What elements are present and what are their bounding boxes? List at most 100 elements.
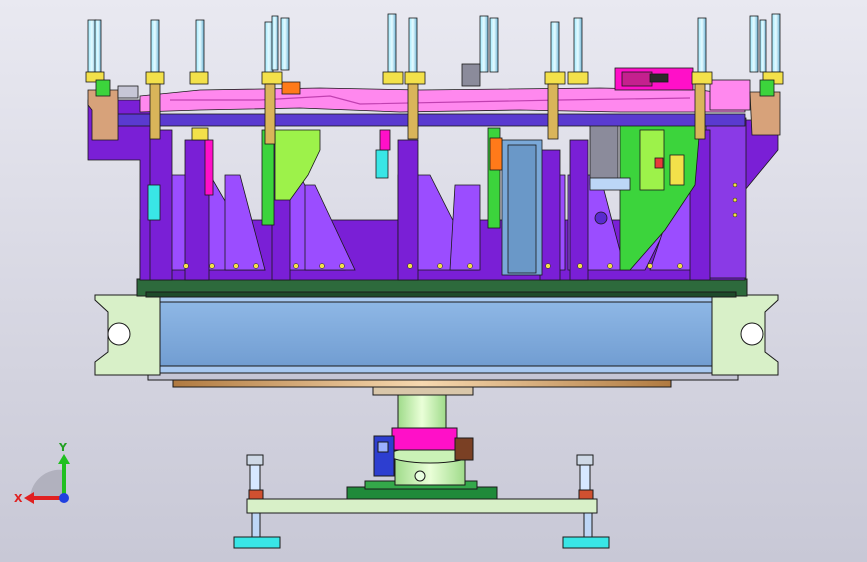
leveling-locknut-left: [248, 489, 264, 500]
lug-hole-left: [107, 322, 131, 346]
clamp-rod: [150, 19, 160, 73]
bolt: [732, 212, 738, 218]
clamp-head: [404, 71, 426, 85]
clamp-rod: [479, 15, 489, 73]
bolt-head: [594, 211, 608, 225]
clamp-head: [382, 71, 404, 85]
clamp-block-magenta: [391, 427, 458, 451]
bolt: [677, 263, 683, 269]
magenta-cap-slot: [649, 73, 669, 83]
yellow-block-right: [669, 154, 685, 186]
green-latch-left: [95, 79, 111, 97]
right-clamp-block: [709, 79, 751, 111]
clamp-block-brown: [454, 437, 474, 461]
right-bracket-plate: [705, 117, 747, 279]
yellow-pad: [191, 127, 209, 141]
clamp-head: [189, 71, 209, 85]
locator-plate-right: [749, 91, 781, 136]
locator-plate-left: [87, 89, 119, 141]
clamp-rod: [771, 13, 781, 73]
base-foot-right: [562, 536, 610, 549]
collar-screw: [414, 470, 426, 482]
cyan-tab: [375, 149, 389, 179]
clamp-rod: [697, 17, 707, 75]
triad-plane: [30, 469, 64, 498]
bolt: [293, 263, 299, 269]
y-axis-label: Y: [58, 441, 68, 454]
column: [397, 139, 419, 281]
magenta-cap-inner: [621, 71, 653, 87]
axis-triad: Y X: [14, 441, 70, 505]
clamp-head: [567, 71, 589, 85]
fixture-model[interactable]: [0, 0, 867, 562]
clamp-rod: [280, 17, 290, 71]
locking-pin-holder-cap: [377, 441, 389, 453]
orange-block: [489, 137, 503, 171]
clamp-rod: [759, 19, 767, 73]
leveling-nut-right: [576, 454, 594, 466]
clamp-rod: [94, 19, 102, 73]
x-axis-label: X: [14, 492, 23, 505]
clamp-rod: [271, 15, 279, 71]
magenta-block: [204, 139, 214, 196]
bolt: [647, 263, 653, 269]
clamp-rod: [195, 19, 205, 73]
clamp-rod: [408, 17, 418, 73]
bolt: [183, 263, 189, 269]
upper-frame-bar: [114, 113, 746, 127]
column: [539, 149, 561, 281]
bolt: [209, 263, 215, 269]
bolt: [407, 263, 413, 269]
clamp-arm: [547, 83, 559, 140]
clamp-arm: [264, 83, 276, 145]
frame-beam: [159, 299, 713, 373]
clamp-rod: [387, 13, 397, 73]
bolt: [732, 197, 738, 203]
clamp-arm: [149, 83, 161, 140]
frame-beam-bottom-flange: [159, 365, 713, 374]
y-axis-arrow: [58, 454, 70, 464]
lug-hole-right: [740, 322, 764, 346]
magenta-tab: [379, 129, 391, 151]
clamp-head: [691, 71, 713, 85]
clamp-head: [261, 71, 283, 85]
clamp-rod: [550, 21, 560, 75]
base-foot-left: [233, 536, 281, 549]
top-plate-lip: [145, 291, 737, 298]
bolt: [437, 263, 443, 269]
clamp-head: [145, 71, 165, 85]
red-pin: [654, 157, 664, 169]
clamp-rod: [489, 17, 499, 73]
main-frame: [94, 278, 779, 388]
bolt: [577, 263, 583, 269]
clamp-arm: [694, 83, 706, 140]
leveling-locknut-right: [578, 489, 594, 500]
leveling-nut-left: [246, 454, 264, 466]
gray-block: [461, 63, 481, 87]
center-blue-block-inner: [507, 144, 537, 274]
bolt: [319, 263, 325, 269]
bolt: [607, 263, 613, 269]
z-axis-dot: [59, 493, 69, 503]
column: [569, 139, 589, 281]
base-plate-stud-left: [251, 512, 261, 538]
bolt: [545, 263, 551, 269]
x-axis-arrow: [24, 492, 34, 504]
cyan-block: [147, 184, 161, 221]
base-plate-stud-right: [583, 512, 593, 538]
clamp-arm: [407, 83, 419, 140]
clamp-rod: [749, 15, 759, 73]
cad-viewport[interactable]: Y X: [0, 0, 867, 562]
gray-block: [117, 85, 139, 99]
bolt: [253, 263, 259, 269]
green-latch-right: [759, 79, 775, 97]
gusset: [449, 184, 481, 271]
base-plate: [246, 498, 598, 514]
orange-tab-left: [281, 81, 301, 95]
clamp-rod: [573, 17, 583, 73]
bolt: [233, 263, 239, 269]
clamp-head: [544, 71, 566, 85]
bolt: [732, 182, 738, 188]
bolt: [339, 263, 345, 269]
bolt: [467, 263, 473, 269]
